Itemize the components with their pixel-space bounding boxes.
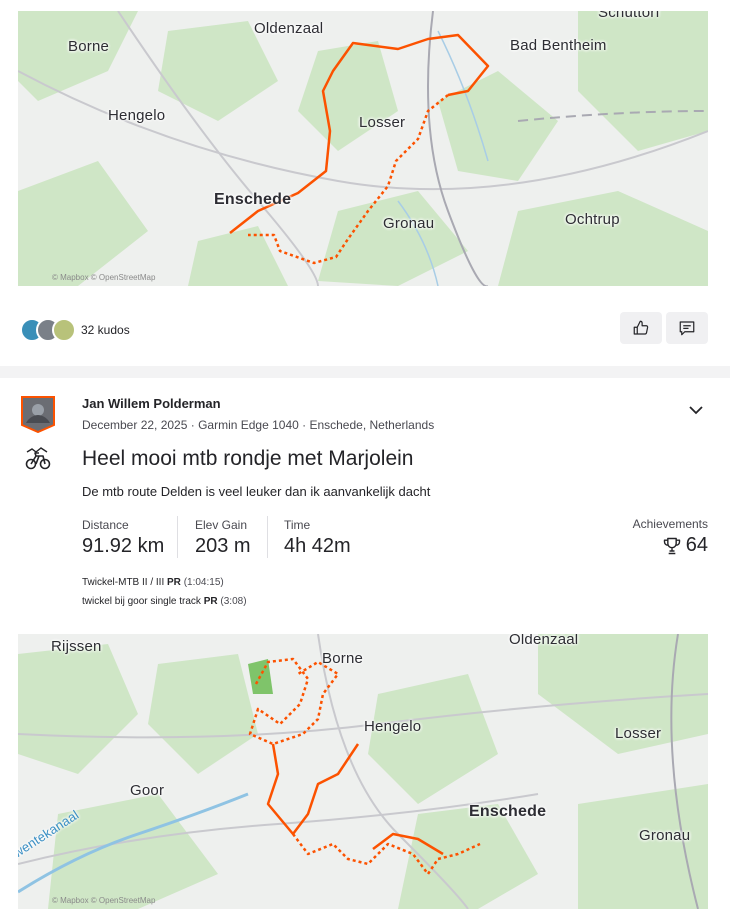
trophy-icon — [663, 537, 680, 554]
map-label: Gronau — [639, 827, 691, 844]
stat-label: Elev Gain — [195, 518, 248, 532]
stat-distance: Distance 91.92 km — [82, 518, 164, 558]
comment-icon — [679, 321, 695, 336]
stat-elev-gain: Elev Gain 203 m — [195, 518, 251, 558]
activity-title[interactable]: Heel mooi mtb rondje met Marjolein — [82, 447, 413, 471]
kudos-row: 32 kudos — [18, 312, 708, 346]
segment-effort[interactable]: twickel bij goor single track PR (3:08) — [82, 596, 247, 607]
activity-map[interactable]: Rijssen Oldenzaal Borne Hengelo Losser G… — [18, 634, 708, 909]
athlete-name[interactable]: Jan Willem Polderman — [82, 396, 221, 411]
stat-value: 4h 42m — [284, 535, 351, 557]
map-label: Bad Bentheim — [510, 37, 607, 54]
achievements[interactable]: Achievements 64 — [633, 517, 708, 561]
stat-label: Time — [284, 518, 311, 532]
map-label: Losser — [359, 114, 406, 131]
map-label: Rijssen — [51, 638, 102, 655]
feed-divider — [0, 366, 730, 378]
stat-value: 203 m — [195, 535, 251, 557]
stat-divider — [267, 516, 268, 558]
avatar — [52, 318, 76, 342]
segment-time: (1:04:15) — [183, 577, 224, 588]
map-label: Borne — [68, 38, 110, 55]
map-label: Enschede — [214, 191, 292, 208]
stat-value: 91.92 km — [82, 535, 165, 557]
map-background — [18, 634, 708, 909]
map-label: Borne — [322, 650, 364, 667]
map-label: Schüttorf — [598, 11, 660, 21]
comment-button[interactable] — [666, 312, 708, 344]
mountain-bike-icon — [25, 446, 51, 477]
stat-divider — [177, 516, 178, 558]
stat-label: Distance — [82, 518, 129, 532]
map-label: Hengelo — [108, 107, 166, 124]
activity-meta: December 22, 2025 · Garmin Edge 1040 · E… — [82, 418, 435, 432]
pr-badge: PR — [167, 577, 181, 588]
achievements-label: Achievements — [632, 517, 708, 531]
activity-map-previous[interactable]: Borne Oldenzaal Hengelo Losser Bad Benth… — [18, 11, 708, 286]
segment-name: twickel bij goor single track — [82, 596, 201, 607]
thumbs-up-icon — [633, 320, 649, 335]
activity-description: De mtb route Delden is veel leuker dan i… — [82, 484, 431, 499]
kudos-button[interactable] — [620, 312, 662, 344]
segment-time: (3:08) — [220, 596, 247, 607]
map-label: Gronau — [383, 215, 435, 232]
map-attribution[interactable]: © Mapbox © OpenStreetMap — [52, 273, 155, 282]
chevron-down-icon[interactable] — [688, 403, 704, 422]
map-attribution[interactable]: © Mapbox © OpenStreetMap — [52, 896, 155, 905]
stat-time: Time 4h 42m — [284, 518, 351, 558]
map-label: Ochtrup — [565, 211, 620, 228]
map-label: Hengelo — [364, 718, 422, 735]
map-label: Losser — [615, 725, 662, 742]
map-label: Enschede — [469, 803, 547, 820]
map-label: Oldenzaal — [254, 20, 324, 37]
map-label: Oldenzaal — [509, 634, 579, 648]
achievements-count: 64 — [685, 534, 708, 556]
athlete-avatar[interactable] — [20, 395, 56, 434]
segment-name: Twickel-MTB II / III — [82, 577, 165, 588]
kudos-count[interactable]: 32 kudos — [81, 323, 130, 337]
segment-effort[interactable]: Twickel-MTB II / III PR (1:04:15) — [82, 577, 224, 588]
pr-badge: PR — [203, 596, 218, 607]
map-label: Goor — [130, 782, 165, 799]
